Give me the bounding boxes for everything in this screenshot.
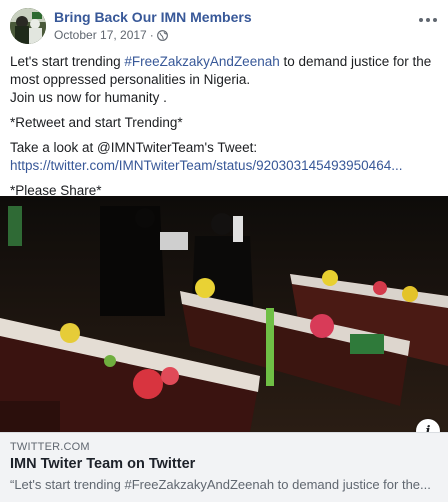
hashtag-link[interactable]: #FreeZakzakyAndZeenah [124, 54, 279, 69]
post-text-line: Take a look at @IMNTwiterTeam's Tweet: [10, 140, 258, 155]
meta-separator: · [149, 28, 154, 42]
post-date[interactable]: October 17, 2017 [54, 28, 147, 42]
facebook-post: Bring Back Our IMN Members October 17, 2… [0, 0, 448, 502]
post-meta: October 17, 2017 · [54, 28, 168, 42]
post-header: Bring Back Our IMN Members October 17, 2… [10, 8, 440, 48]
ellipsis-icon[interactable] [416, 12, 440, 28]
globe-icon[interactable] [156, 29, 168, 41]
link-title[interactable]: IMN Twiter Team on Twitter [10, 456, 195, 472]
page-name-link[interactable]: Bring Back Our IMN Members [54, 9, 252, 25]
link-preview-image[interactable] [0, 196, 448, 432]
link-card[interactable]: TWITTER.COM IMN Twiter Team on Twitter “… [0, 432, 448, 502]
post-text-line: Let's start trending #FreeZakzakyAndZeen… [10, 54, 432, 87]
tweet-link[interactable]: https://twitter.com/IMNTwiterTeam/status… [10, 157, 430, 175]
link-domain: TWITTER.COM [10, 441, 90, 453]
link-description: “Let's start trending #FreeZakzakyAndZee… [10, 477, 431, 492]
post-body: Let's start trending #FreeZakzakyAndZeen… [10, 53, 440, 200]
page-avatar[interactable] [10, 8, 46, 44]
post-text-line: Join us now for humanity . [10, 90, 167, 105]
post-text-line: *Retweet and start Trending* [10, 115, 183, 130]
